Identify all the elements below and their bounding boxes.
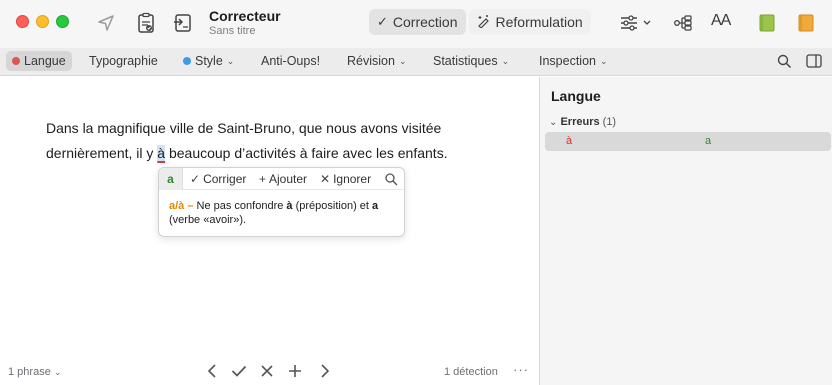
category-tabs-bar: Langue Typographie Style ⌄ Anti-Oups! Ré… [0, 48, 832, 76]
add-plus-icon[interactable] [286, 362, 304, 380]
errors-group-header[interactable]: ⌄ Erreurs (1) [549, 116, 616, 128]
tab-typographie[interactable]: Typographie [83, 51, 164, 71]
rule-explanation: a/à – Ne pas confondre à (préposition) e… [169, 199, 397, 227]
plus-icon: + [259, 172, 267, 186]
suggestion-button[interactable]: a [159, 168, 183, 190]
explanation-part: (verbe «avoir»). [169, 214, 247, 226]
tab-anti-oups-label: Anti-Oups! [261, 54, 321, 68]
tab-anti-oups[interactable]: Anti-Oups! [255, 51, 326, 71]
ignore-x-icon[interactable] [258, 362, 276, 380]
clipboard-check-icon[interactable] [135, 12, 157, 34]
chevron-down-icon: ⌄ [226, 55, 235, 66]
error-original-word: à [566, 135, 573, 147]
tab-inspection[interactable]: Inspection ⌄ [533, 51, 614, 71]
tab-langue-label: Langue [24, 54, 66, 68]
settings-sliders-menu[interactable] [618, 12, 656, 34]
popover-search-icon[interactable] [385, 171, 398, 187]
document-arrow-icon[interactable] [172, 12, 194, 34]
font-size-button[interactable]: AA [711, 12, 731, 30]
close-window-button[interactable] [16, 15, 29, 28]
langue-status-dot [12, 57, 20, 65]
send-icon[interactable] [95, 12, 117, 34]
close-icon: ✕ [320, 172, 331, 186]
tab-statistiques-label: Statistiques [433, 54, 498, 68]
app-title: Correcteur [209, 8, 281, 24]
tab-style-label: Style [195, 54, 223, 68]
correction-mode-button[interactable]: ✓ Correction [369, 9, 466, 35]
tab-statistiques[interactable]: Statistiques ⌄ [427, 51, 515, 71]
checkmark-icon: ✓ [190, 172, 201, 186]
zoom-window-button[interactable] [56, 15, 69, 28]
reformulation-mode-button[interactable]: Reformulation [468, 9, 591, 35]
errors-count: (1) [602, 116, 617, 128]
chevron-down-icon: ⌄ [53, 367, 62, 377]
chevron-down-icon: ⌄ [501, 55, 510, 66]
sidebar-toggle-icon[interactable] [804, 51, 824, 71]
tab-inspection-label: Inspection [539, 54, 596, 68]
explanation-word: a [372, 200, 379, 212]
ignorer-button[interactable]: ✕ Ignorer [320, 171, 371, 187]
ajouter-button[interactable]: + Ajouter [259, 171, 307, 187]
orange-book-icon[interactable] [795, 12, 817, 34]
green-book-icon[interactable] [756, 12, 778, 34]
popover-actions: a ✓ Corriger + Ajouter ✕ Ignorer [159, 168, 404, 190]
tab-revision[interactable]: Révision ⌄ [341, 51, 412, 71]
tab-typographie-label: Typographie [89, 54, 158, 68]
tab-style[interactable]: Style ⌄ [177, 51, 240, 71]
mode-switcher: ✓ Correction Reformulation [369, 9, 591, 35]
minimize-window-button[interactable] [36, 15, 49, 28]
rule-title: a/à – [169, 200, 194, 212]
next-icon[interactable] [316, 362, 334, 380]
explanation-part: Ne pas confondre [193, 200, 287, 212]
sparkle-pen-icon [477, 14, 491, 31]
title-bar: Correcteur Sans titre ✓ Correction Refor… [0, 0, 832, 48]
corriger-label: Corriger [203, 172, 247, 186]
tab-langue[interactable]: Langue [6, 51, 72, 71]
reformulation-label: Reformulation [495, 14, 583, 30]
corriger-button[interactable]: ✓ Corriger [190, 171, 246, 187]
outline-tree-icon[interactable] [672, 12, 694, 34]
previous-icon[interactable] [203, 362, 221, 380]
accept-check-icon[interactable] [230, 362, 248, 380]
document-paragraph[interactable]: Dans la magnifique ville de Saint-Bruno,… [46, 116, 516, 166]
search-icon[interactable] [774, 51, 794, 71]
style-status-dot [183, 57, 191, 65]
detection-count: 1 détection [444, 366, 498, 378]
checkmark-icon: ✓ [377, 14, 388, 29]
chevron-down-icon: ⌄ [398, 55, 407, 66]
correction-label: Correction [392, 14, 458, 30]
ignorer-label: Ignorer [333, 172, 372, 186]
error-correction-word: a [705, 135, 712, 147]
error-list-item[interactable]: à a [545, 132, 831, 151]
errors-label: Erreurs [560, 116, 600, 128]
chevron-down-icon: ⌄ [599, 55, 608, 66]
tab-revision-label: Révision [347, 54, 395, 68]
correction-popover: a ✓ Corriger + Ajouter ✕ Ignorer a/à – N… [158, 167, 405, 237]
panel-title: Langue [551, 88, 601, 104]
results-panel: Langue ⌄ Erreurs (1) à a [540, 77, 832, 385]
chevron-down-icon: ⌄ [549, 117, 558, 128]
more-options-icon[interactable]: ··· [513, 362, 529, 377]
phrase-count-menu[interactable]: 1 phrase ⌄ [8, 366, 61, 378]
text-after-error: beaucoup d’activités à faire avec les en… [165, 145, 448, 161]
highlighted-error-word[interactable]: à [157, 145, 166, 161]
explanation-part: (préposition) et [292, 200, 373, 212]
ajouter-label: Ajouter [269, 172, 308, 186]
document-subtitle: Sans titre [209, 25, 256, 37]
